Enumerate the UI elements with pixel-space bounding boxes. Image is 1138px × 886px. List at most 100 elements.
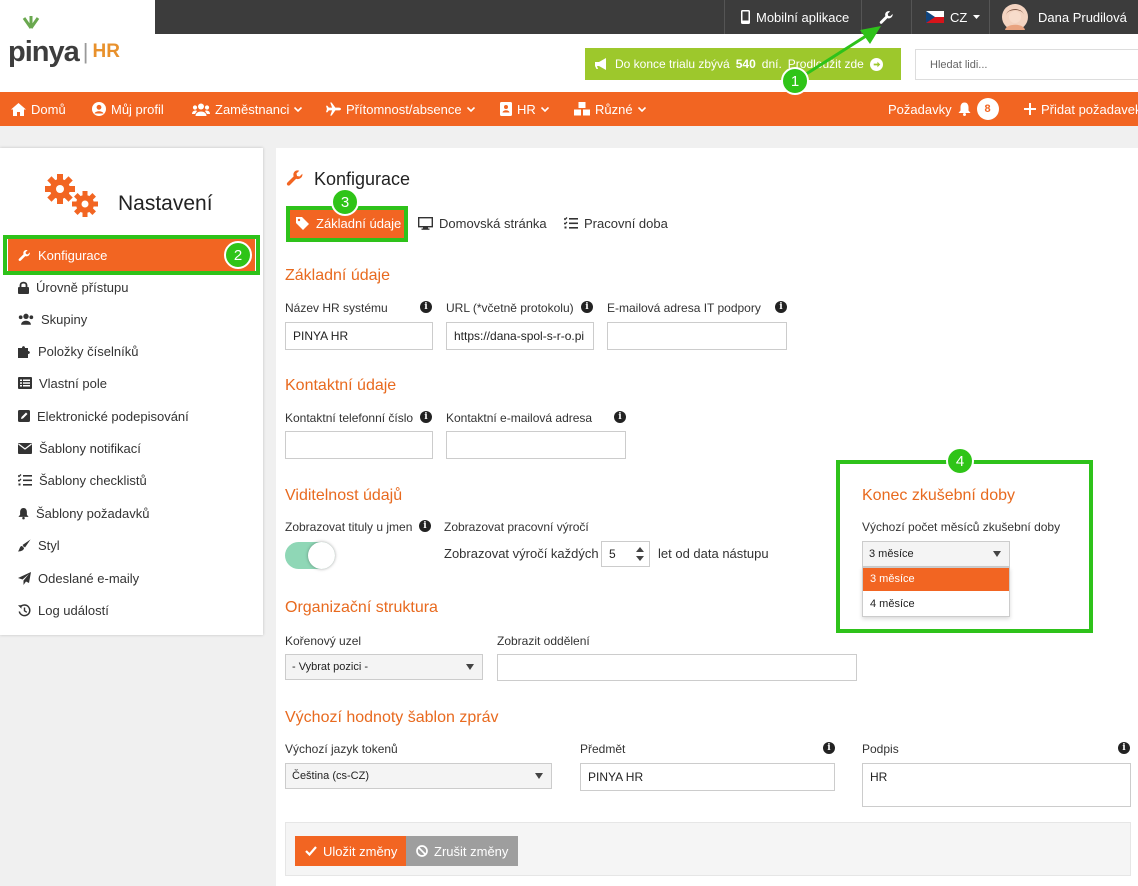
hr-name-input[interactable]: PINYA HR [285, 322, 433, 350]
contact-phone-input[interactable] [285, 431, 433, 459]
save-changes-button[interactable]: Uložit změny [295, 836, 408, 866]
nav-add-request[interactable]: Přidat požadavek [1024, 92, 1138, 126]
sidebar-item-custom-fields[interactable]: Vlastní pole [8, 367, 255, 399]
nav-home-label: Domů [31, 101, 66, 117]
list-icon [18, 377, 32, 389]
cancel-changes-button[interactable]: Zrušit změny [406, 836, 519, 866]
anniversary-suffix: let od data nástupu [658, 546, 769, 561]
sidebar-item-groups[interactable]: Skupiny [8, 303, 255, 335]
root-node-select[interactable]: - Vybrat pozici - [285, 654, 483, 680]
subject-input[interactable]: PINYA HR [580, 763, 835, 791]
nav-profile[interactable]: Můj profil [92, 92, 164, 126]
language-selector[interactable]: CZ [911, 0, 989, 34]
nav-misc-label: Různé [595, 101, 633, 117]
sidebar-item-label: Šablony notifikací [39, 440, 141, 456]
section-message-templates: Výchozí hodnoty šablon zpráv [285, 709, 499, 726]
sidebar-item-label: Šablony checklistů [39, 472, 147, 488]
users-icon [192, 103, 210, 116]
annotation-marker-1: 1 [781, 67, 809, 95]
puzzle-icon [18, 345, 30, 358]
nav-attendance[interactable]: Přítomnost/absence [326, 92, 475, 126]
chevron-down-icon [466, 106, 475, 112]
tab-label: Pracovní doba [584, 215, 668, 231]
tab-label: Základní údaje [316, 215, 402, 231]
paper-plane-icon [18, 571, 31, 585]
hr-name-label: Název HR systému [285, 301, 388, 315]
info-icon[interactable]: i [420, 411, 432, 423]
tasks-icon [18, 474, 32, 486]
search-input[interactable] [915, 49, 1138, 80]
sidebar-item-e-signing[interactable]: Elektronické podepisování [8, 400, 255, 432]
spinner-arrows-icon[interactable] [636, 546, 644, 562]
sidebar-item-label: Skupiny [41, 311, 88, 327]
app-logo[interactable]: pinya | HR [0, 0, 155, 92]
sidebar-item-request-templates[interactable]: Šablony požadavků [8, 497, 255, 529]
tab-working-hours[interactable]: Pracovní doba [564, 208, 668, 238]
cogs-icon [45, 174, 98, 217]
nav-add-request-label: Přidat požadavek [1041, 101, 1138, 117]
section-probation-end: Konec zkušební doby [862, 487, 1015, 504]
sidebar-item-access-levels[interactable]: Úrovně přístupu [8, 271, 255, 303]
nav-home[interactable]: Domů [11, 92, 66, 126]
user-menu[interactable]: Dana Prudilová [989, 0, 1138, 34]
info-icon[interactable]: i [581, 301, 593, 313]
sidebar-item-checklist-templates[interactable]: Šablony checklistů [8, 464, 255, 496]
signature-textarea[interactable]: HR [862, 763, 1131, 807]
info-icon[interactable]: i [419, 520, 431, 532]
anniversary-prefix: Zobrazovat výročí každých [444, 546, 599, 561]
mobile-app-label: Mobilní aplikace [756, 9, 850, 25]
sidebar-item-notification-templates[interactable]: Šablony notifikací [8, 432, 255, 464]
cubes-icon [574, 102, 590, 116]
settings-wrench-button[interactable] [861, 0, 911, 34]
url-input[interactable]: https://dana-spol-s-r-o.pi [446, 322, 594, 350]
sidebar-item-label: Úrovně přístupu [36, 279, 129, 295]
info-icon[interactable]: i [420, 301, 432, 313]
info-icon[interactable]: i [1118, 742, 1130, 754]
nav-employees-label: Zaměstnanci [215, 101, 290, 117]
probation-option[interactable]: 3 měsíce [863, 568, 1009, 591]
trial-banner[interactable]: Do konce trialu zbývá 540 dní. Prodlouži… [585, 48, 901, 80]
sidebar-item-label: Konfigurace [38, 247, 108, 263]
probation-option[interactable]: 4 měsíce [863, 591, 1009, 614]
token-language-select[interactable]: Čeština (cs-CZ) [285, 763, 552, 789]
megaphone-icon [595, 58, 606, 70]
annotation-marker-4: 4 [946, 447, 974, 475]
info-icon[interactable]: i [823, 742, 835, 754]
sidebar-item-sent-emails[interactable]: Odeslané e-maily [8, 562, 255, 594]
nav-requests[interactable]: Požadavky 8 [888, 92, 999, 126]
mobile-app-link[interactable]: Mobilní aplikace [724, 0, 861, 34]
ban-icon [416, 845, 428, 857]
caret-down-icon [973, 15, 981, 19]
plane-icon [326, 102, 341, 116]
signature-label: Podpis [862, 742, 899, 756]
history-icon [18, 603, 31, 616]
contact-email-input[interactable] [446, 431, 626, 459]
caret-down-icon [466, 664, 474, 670]
info-icon[interactable]: i [614, 411, 626, 423]
show-department-label: Zobrazit oddělení [497, 634, 590, 648]
info-icon[interactable]: i [775, 301, 787, 313]
sidebar-item-configuration[interactable]: Konfigurace [8, 239, 255, 271]
nav-misc[interactable]: Různé [574, 92, 646, 126]
wrench-icon [879, 10, 893, 24]
show-department-input[interactable] [497, 654, 857, 681]
trial-days: 540 [735, 57, 756, 71]
sidebar-item-codelists[interactable]: Položky číselníků [8, 335, 255, 367]
show-titles-toggle[interactable] [285, 542, 335, 569]
monitor-icon [418, 216, 433, 230]
tab-homepage[interactable]: Domovská stránka [418, 208, 547, 238]
sidebar-item-event-log[interactable]: Log událostí [8, 594, 255, 626]
home-icon [11, 102, 26, 116]
nav-employees[interactable]: Zaměstnanci [192, 92, 303, 126]
wrench-icon [286, 170, 303, 186]
chevron-down-icon [540, 106, 549, 112]
nav-hr[interactable]: HR [500, 92, 549, 126]
sidebar-item-style[interactable]: Styl [8, 529, 255, 561]
trial-unit: dní. [761, 57, 782, 71]
it-email-input[interactable] [607, 322, 787, 350]
phone-icon [741, 10, 750, 24]
anniversary-years-stepper[interactable]: 5 [601, 541, 650, 567]
probation-months-select[interactable]: 3 měsíce [862, 541, 1010, 567]
pineapple-icon [22, 16, 40, 29]
token-language-label: Výchozí jazyk tokenů [285, 742, 398, 756]
